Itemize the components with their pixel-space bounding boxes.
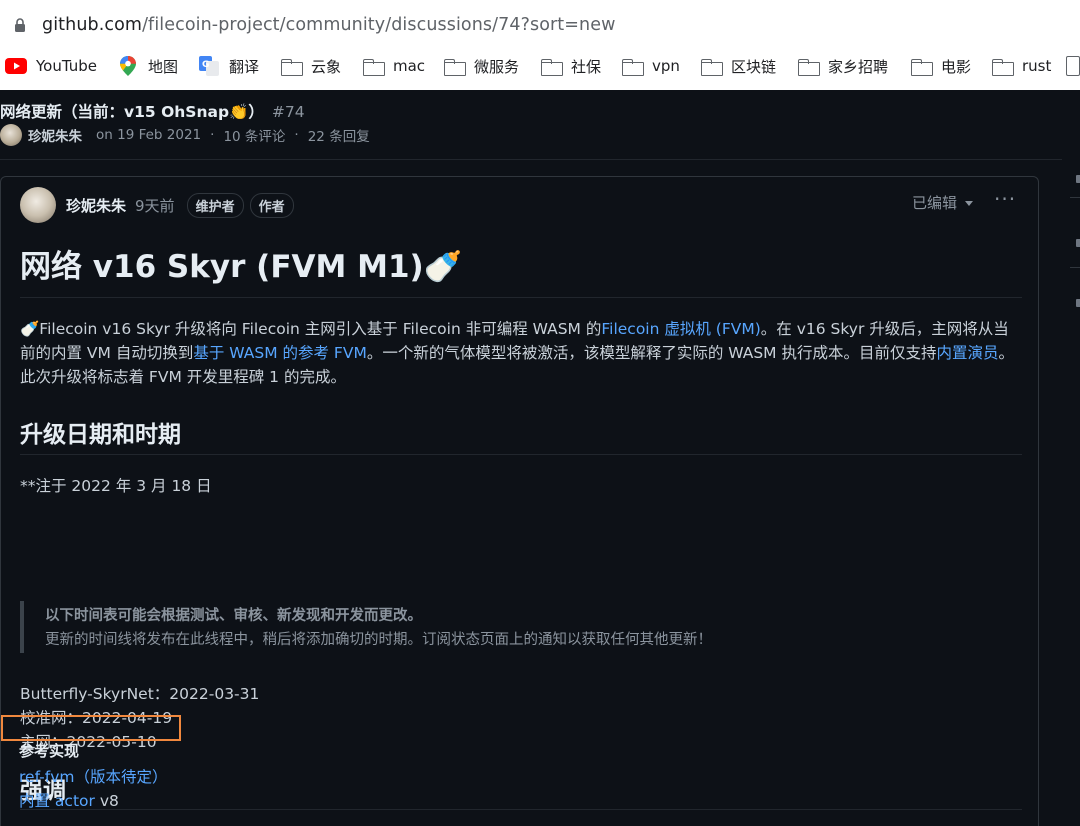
url-host: github.com xyxy=(42,15,143,35)
link-fvm[interactable]: Filecoin 虚拟机 (FVM) xyxy=(601,320,760,338)
bookmark-label: 地图 xyxy=(148,57,179,76)
schedule-butterfly: Butterfly-SkyrNet：2022-03-31 xyxy=(20,685,260,703)
discussion-page: 网络更新（当前：v15 OhSnap👏） #74 珍妮朱朱 on 19 Feb 2… xyxy=(0,90,1080,826)
folder-icon xyxy=(797,57,820,76)
translate-icon: G xyxy=(198,56,220,76)
url-text[interactable]: github.com/filecoin-project/community/di… xyxy=(42,15,616,35)
divider xyxy=(20,454,1022,455)
bookmark-folder-yunxiang[interactable]: 云象 xyxy=(280,52,341,80)
badge-author: 作者 xyxy=(249,192,294,218)
bookmark-label: 社保 xyxy=(571,57,602,76)
divider xyxy=(1070,197,1080,198)
meta-separator: · xyxy=(294,127,299,143)
intro-text: 。一个新的气体模型将被激活，该模型解释了实际的 WASM 执行成本。目前仅支持 xyxy=(366,344,937,362)
quote-bold-text: 以下时间表可能会根据测试、审核、新发现和开发而更改。 xyxy=(45,608,422,624)
address-bar[interactable]: github.com/filecoin-project/community/di… xyxy=(0,8,1080,42)
ref-impl-heading: 参考实现 xyxy=(19,742,80,760)
intro-text: 🍼Filecoin v16 Skyr 升级将向 Filecoin 主网引入基于 … xyxy=(20,320,602,338)
link-ref-fvm[interactable]: ref-fvm（版本待定） xyxy=(19,768,168,786)
bookmark-label: 微服务 xyxy=(474,57,520,76)
comment-count: 10 条评论 xyxy=(223,129,286,145)
discussion-meta: 珍妮朱朱 on 19 Feb 2021 · 10 条评论 · 22 条回复 xyxy=(0,124,370,146)
bookmark-folder-rust[interactable]: rust xyxy=(991,52,1051,80)
link-builtin-actors[interactable]: 内置演员 xyxy=(936,344,998,362)
url-path: /filecoin-project/community/discussions/… xyxy=(142,15,616,35)
divider xyxy=(1070,267,1080,268)
link-reference-fvm[interactable]: 基于 WASM 的参考 FVM xyxy=(193,344,366,362)
sidebar-glyph xyxy=(1076,239,1080,247)
bookmark-folder-hometown-jobs[interactable]: 家乡招聘 xyxy=(797,52,888,80)
sidebar-edge xyxy=(1070,155,1080,826)
folder-icon xyxy=(621,57,644,76)
discussion-title-text: 网络更新（当前：v15 OhSnap👏） xyxy=(0,103,264,121)
meta-separator: · xyxy=(210,127,215,143)
avatar[interactable] xyxy=(0,124,22,146)
note-text: **注于 2022 年 3 月 18 日 xyxy=(20,477,212,495)
discussion-author[interactable]: 珍妮朱朱 xyxy=(28,125,82,145)
discussion-number: #74 xyxy=(271,103,305,121)
highlight-box xyxy=(1,715,181,741)
bookmark-folder-blockchain[interactable]: 区块链 xyxy=(700,52,776,80)
bookmark-label: 电影 xyxy=(941,57,972,76)
section-heading-dates: 升级日期和时期 xyxy=(20,422,181,448)
bookmark-label: 翻译 xyxy=(229,57,260,76)
folder-icon xyxy=(540,57,563,76)
edited-label: 已编辑 xyxy=(912,194,958,212)
bookmark-youtube[interactable]: YouTube xyxy=(5,52,97,80)
bookmark-label: mac xyxy=(393,57,426,75)
link-builtin-actor[interactable]: 内置 actor xyxy=(19,792,95,810)
blockquote: 以下时间表可能会根据测试、审核、新发现和开发而更改。 更新的时间线将发布在此线程… xyxy=(20,601,920,653)
builtin-actor-line: 内置 actor v8 xyxy=(19,789,119,811)
reply-count: 22 条回复 xyxy=(307,129,370,145)
folder-icon xyxy=(362,57,385,76)
divider xyxy=(0,159,1062,160)
folder-icon xyxy=(700,57,723,76)
bookmark-folder-mac[interactable]: mac xyxy=(362,52,425,80)
bookmark-folder-vpn[interactable]: vpn xyxy=(621,52,680,80)
chevron-down-icon xyxy=(965,201,974,206)
bookmarks-bar: YouTube 地图 G 翻译 云象 mac 微服务 社保 vpn 区块链 家乡… xyxy=(0,52,1080,80)
discussion-date: on 19 Feb 2021 xyxy=(96,127,202,143)
bookmark-label: 云象 xyxy=(311,57,342,76)
sidebar-glyph xyxy=(1076,299,1080,307)
discussion-title: 网络更新（当前：v15 OhSnap👏） #74 xyxy=(0,100,305,122)
bookmark-folder-social-security[interactable]: 社保 xyxy=(540,52,601,80)
folder-icon xyxy=(910,57,933,76)
edited-dropdown[interactable]: 已编辑 xyxy=(912,192,974,213)
sidebar-glyph xyxy=(1076,175,1080,183)
comment-card: 珍妮朱朱 9天前 维护者 作者 已编辑 ··· 网络 v16 Skyr (FVM… xyxy=(0,176,1039,826)
badge-maintainer: 维护者 xyxy=(186,192,244,218)
builtin-actor-version: v8 xyxy=(94,792,119,810)
folder-icon xyxy=(443,57,466,76)
ref-fvm-line: ref-fvm（版本待定） xyxy=(19,765,168,787)
folder-icon xyxy=(991,57,1014,76)
comment-header: 珍妮朱朱 9天前 维护者 作者 xyxy=(20,186,300,224)
bookmark-label: 区块链 xyxy=(731,57,777,76)
folder-icon xyxy=(280,57,303,76)
more-options-icon[interactable]: ··· xyxy=(994,187,1016,211)
bookmark-folder-microservices[interactable]: 微服务 xyxy=(443,52,519,80)
bookmark-label: YouTube xyxy=(36,57,97,75)
divider xyxy=(20,809,1022,810)
quote-text: 更新的时间线将发布在此线程中，稍后将添加确切的时期。订阅状态页面上的通知以获取任… xyxy=(45,632,712,648)
bookmark-label: vpn xyxy=(652,57,680,75)
bookmark-maps[interactable]: 地图 xyxy=(117,52,178,80)
bookmarks-overflow-icon[interactable] xyxy=(1066,56,1080,76)
lock-icon xyxy=(15,18,25,32)
comment-time[interactable]: 9天前 xyxy=(135,195,175,216)
bookmark-label: 家乡招聘 xyxy=(828,57,889,76)
svg-text:G: G xyxy=(202,60,209,70)
intro-paragraph: 🍼Filecoin v16 Skyr 升级将向 Filecoin 主网引入基于 … xyxy=(20,317,1020,389)
browser-chrome: github.com/filecoin-project/community/di… xyxy=(0,0,1080,90)
comment-author[interactable]: 珍妮朱朱 xyxy=(66,195,126,216)
youtube-icon xyxy=(5,57,27,75)
avatar[interactable] xyxy=(20,187,56,223)
bookmark-label: rust xyxy=(1022,57,1052,75)
divider xyxy=(20,297,1022,298)
bookmark-folder-movies[interactable]: 电影 xyxy=(910,52,971,80)
bookmark-translate[interactable]: G 翻译 xyxy=(198,52,259,80)
maps-pin-icon xyxy=(117,56,139,76)
post-heading: 网络 v16 Skyr (FVM M1)🍼 xyxy=(20,249,463,285)
